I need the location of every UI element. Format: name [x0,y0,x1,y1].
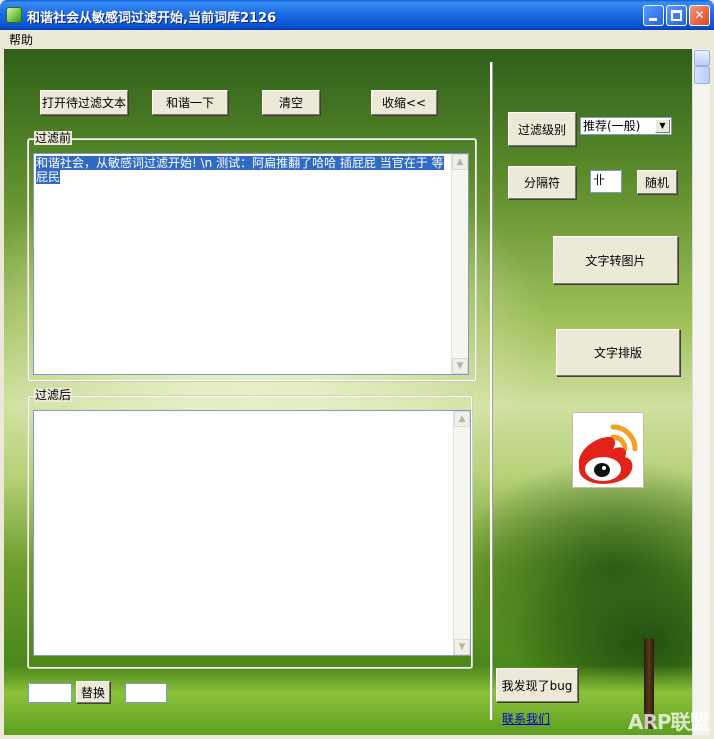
separator-input[interactable]: 卝 [590,170,622,193]
close-icon: ✕ [694,8,705,22]
random-button[interactable]: 随机 [637,170,677,194]
clear-button[interactable]: 清空 [262,90,320,115]
collapse-button[interactable]: 收缩<< [371,90,437,115]
panel-divider [490,62,492,720]
chevron-down-icon[interactable]: ▼ [655,119,670,133]
after-textarea[interactable]: ▲ ▼ [33,410,471,656]
chevron-down-icon[interactable]: ▼ [452,358,468,374]
before-textarea[interactable]: 和谐社会，从敏感词过滤开始! \n 测试：阿扁推翻了哈哈 插屁屁 当官在于 等屁… [33,153,469,375]
app-icon [6,7,22,23]
before-scrollbar[interactable]: ▲ ▼ [451,154,468,374]
close-button[interactable]: ✕ [689,5,710,26]
scroll-thumb[interactable] [694,66,710,84]
contact-link[interactable]: 联系我们 [502,710,550,727]
harmonize-button[interactable]: 和谐一下 [152,90,228,115]
open-file-button[interactable]: 打开待过滤文本 [40,90,128,115]
window-title: 和谐社会从敏感词过滤开始,当前词库2126 [27,11,277,26]
filter-level-value: 推荐(一般) [583,119,641,133]
title-bar[interactable]: 和谐社会从敏感词过滤开始,当前词库2126 ✕ [0,0,714,30]
chevron-down-icon[interactable]: ▼ [454,639,470,655]
maximize-icon [671,10,682,21]
report-bug-button[interactable]: 我发现了bug [496,668,578,702]
minimize-icon [649,18,657,21]
filter-level-label: 过滤级别 [508,112,576,146]
scroll-up-arrow-icon[interactable] [694,50,710,66]
weibo-icon[interactable] [572,412,644,488]
after-label: 过滤后 [34,388,73,402]
text-to-image-button[interactable]: 文字转图片 [553,236,678,284]
replace-button[interactable]: 替换 [76,681,110,703]
before-label: 过滤前 [34,131,73,145]
chevron-up-icon[interactable]: ▲ [452,154,468,170]
chevron-up-icon[interactable]: ▲ [454,411,470,427]
window-scrollbar[interactable] [692,49,710,735]
filter-level-select[interactable]: 推荐(一般) ▼ [580,117,672,135]
after-scrollbar[interactable]: ▲ ▼ [453,411,470,655]
separator-label: 分隔符 [508,166,576,199]
before-text: 和谐社会，从敏感词过滤开始! \n 测试：阿扁推翻了哈哈 插屁屁 当官在于 等屁… [36,156,444,184]
minimize-button[interactable] [643,5,664,26]
menu-bar: 帮助 [4,30,710,48]
replace-source-input[interactable] [28,683,72,703]
maximize-button[interactable] [666,5,687,26]
menu-help[interactable]: 帮助 [9,31,33,48]
replace-target-input[interactable] [125,683,167,703]
weibo-logo-icon [578,424,638,484]
watermark: ARP联盟 [628,710,710,734]
text-layout-button[interactable]: 文字排版 [556,329,680,376]
